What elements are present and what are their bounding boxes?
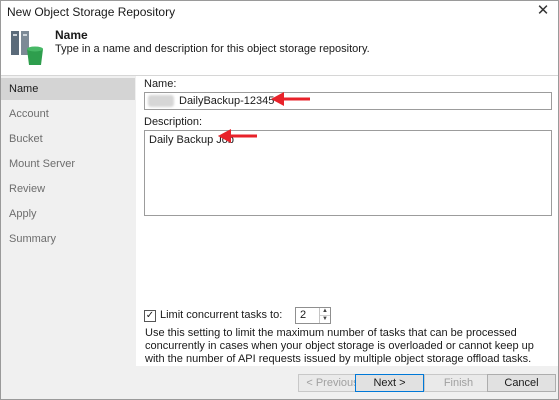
wizard-footer: < Previous Next > Finish Cancel [1,366,558,399]
step-account[interactable]: Account [1,103,135,125]
redacted-prefix [148,95,174,107]
name-field[interactable]: DailyBackup-12345 [144,92,552,110]
wizard-steps: Name Account Bucket Mount Server Review … [1,76,136,366]
step-name[interactable]: Name [1,78,135,100]
description-label: Description: [144,116,203,128]
concurrent-tasks-stepper[interactable]: 2 ▲ ▼ [295,307,331,324]
step-review[interactable]: Review [1,178,135,200]
name-label: Name: [144,78,177,90]
close-icon[interactable]: ✕ [534,2,552,20]
step-apply[interactable]: Apply [1,203,135,225]
form-panel: Name: DailyBackup-12345 Description: Dai… [136,76,558,366]
stepper-up-icon[interactable]: ▲ [320,308,330,316]
concurrent-tasks-value: 2 [300,309,307,321]
limit-tasks-checkbox[interactable]: ✓ [144,310,156,322]
dialog-window: New Object Storage Repository ✕ Name Typ… [0,0,559,400]
step-mount-server[interactable]: Mount Server [1,153,135,175]
stepper-buttons: ▲ ▼ [319,308,330,323]
limit-tasks-label[interactable]: Limit concurrent tasks to: [160,309,282,321]
step-summary[interactable]: Summary [1,228,135,250]
header-title: Name [55,28,88,42]
window-title: New Object Storage Repository [7,5,176,19]
header-description: Type in a name and description for this … [55,43,370,55]
description-field[interactable]: Daily Backup Job [144,130,552,216]
next-button[interactable]: Next > [355,374,424,392]
stepper-down-icon[interactable]: ▼ [320,316,330,323]
description-value: Daily Backup Job [149,134,234,146]
object-storage-icon [11,31,43,65]
limit-help-text: Use this setting to limit the maximum nu… [145,327,534,365]
wizard-header: Name Type in a name and description for … [1,23,558,76]
cancel-button[interactable]: Cancel [487,374,556,392]
finish-button[interactable]: Finish [424,374,493,392]
name-value: DailyBackup-12345 [179,95,275,107]
title-bar: New Object Storage Repository ✕ [1,1,558,23]
step-bucket[interactable]: Bucket [1,128,135,150]
